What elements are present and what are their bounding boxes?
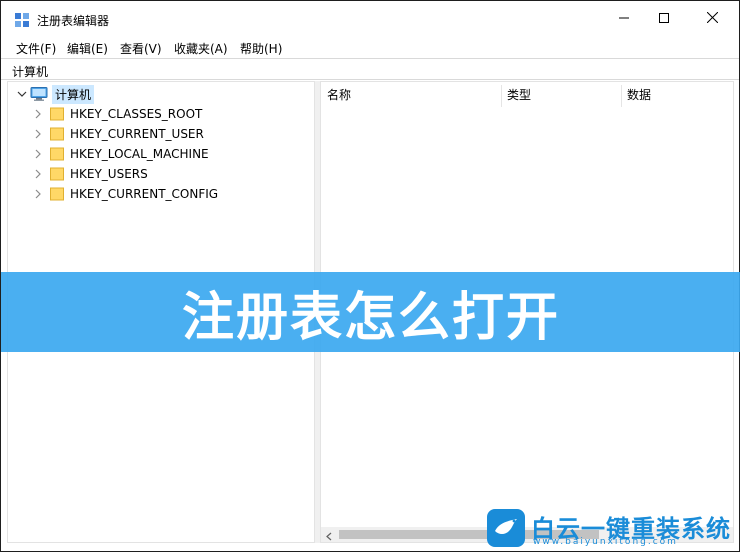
tree-item-label: 计算机 xyxy=(52,84,95,104)
tree-item-label: HKEY_CURRENT_USER xyxy=(70,127,204,141)
tree-item-label: HKEY_CLASSES_ROOT xyxy=(70,107,203,121)
watermark-url: www.baiyunxitong.com xyxy=(533,537,678,547)
column-divider[interactable] xyxy=(501,85,502,107)
address-path: 计算机 xyxy=(12,65,49,79)
chevron-right-icon[interactable] xyxy=(32,128,44,140)
maximize-button[interactable] xyxy=(641,1,687,37)
tree-item-hkey-users[interactable]: HKEY_USERS xyxy=(32,164,148,184)
folder-icon xyxy=(50,147,64,161)
tree-item-hkey-current-user[interactable]: HKEY_CURRENT_USER xyxy=(32,124,204,144)
menu-file[interactable]: 文件(F) xyxy=(16,40,56,57)
maximize-icon xyxy=(659,12,669,26)
menu-bar: 文件(F) 编辑(E) 查看(V) 收藏夹(A) 帮助(H) xyxy=(1,37,739,58)
bird-logo-icon xyxy=(487,509,525,547)
tree-item-label: HKEY_USERS xyxy=(70,167,148,181)
menu-favorites[interactable]: 收藏夹(A) xyxy=(174,40,228,57)
folder-icon xyxy=(50,107,64,121)
tree-item-label: HKEY_CURRENT_CONFIG xyxy=(70,187,219,201)
column-header-data[interactable]: 数据 xyxy=(627,86,651,103)
column-divider[interactable] xyxy=(621,85,622,107)
chevron-down-icon[interactable] xyxy=(16,88,28,100)
tree-item-computer[interactable]: 计算机 xyxy=(16,84,95,104)
folder-icon xyxy=(50,167,64,181)
tree-item-hkey-classes-root[interactable]: HKEY_CLASSES_ROOT xyxy=(32,104,202,124)
title-bar[interactable]: 注册表编辑器 xyxy=(1,1,739,37)
chevron-right-icon[interactable] xyxy=(32,148,44,160)
menu-view[interactable]: 查看(V) xyxy=(120,40,162,57)
column-header-type[interactable]: 类型 xyxy=(507,86,531,103)
computer-icon xyxy=(30,87,48,101)
chevron-right-icon[interactable] xyxy=(32,168,44,180)
tree-item-hkey-local-machine[interactable]: HKEY_LOCAL_MACHINE xyxy=(32,144,209,164)
tree-item-hkey-current-config[interactable]: HKEY_CURRENT_CONFIG xyxy=(32,184,218,204)
registry-editor-icon xyxy=(15,13,29,27)
scroll-left-icon[interactable] xyxy=(325,530,333,544)
close-icon xyxy=(706,11,718,26)
registry-editor-window: 注册表编辑器 文件(F) 编辑(E) 查看(V) 收藏夹(A) 帮助(H) 计算… xyxy=(0,0,740,552)
folder-icon xyxy=(50,127,64,141)
banner-text: 注册表怎么打开 xyxy=(181,287,560,348)
column-header-name[interactable]: 名称 xyxy=(327,86,351,103)
title-banner: 注册表怎么打开 xyxy=(1,272,740,352)
chevron-right-icon[interactable] xyxy=(32,188,44,200)
menu-edit[interactable]: 编辑(E) xyxy=(67,40,108,57)
folder-icon xyxy=(50,187,64,201)
tree-item-label: HKEY_LOCAL_MACHINE xyxy=(70,147,209,161)
menu-help[interactable]: 帮助(H) xyxy=(240,40,282,57)
chevron-right-icon[interactable] xyxy=(32,108,44,120)
close-button[interactable] xyxy=(689,1,735,37)
window-title: 注册表编辑器 xyxy=(37,14,110,28)
minimize-icon xyxy=(619,12,629,26)
address-bar[interactable]: 计算机 xyxy=(1,58,739,80)
site-watermark: 白云一键重装系统 www.baiyunxitong.com xyxy=(487,507,737,549)
